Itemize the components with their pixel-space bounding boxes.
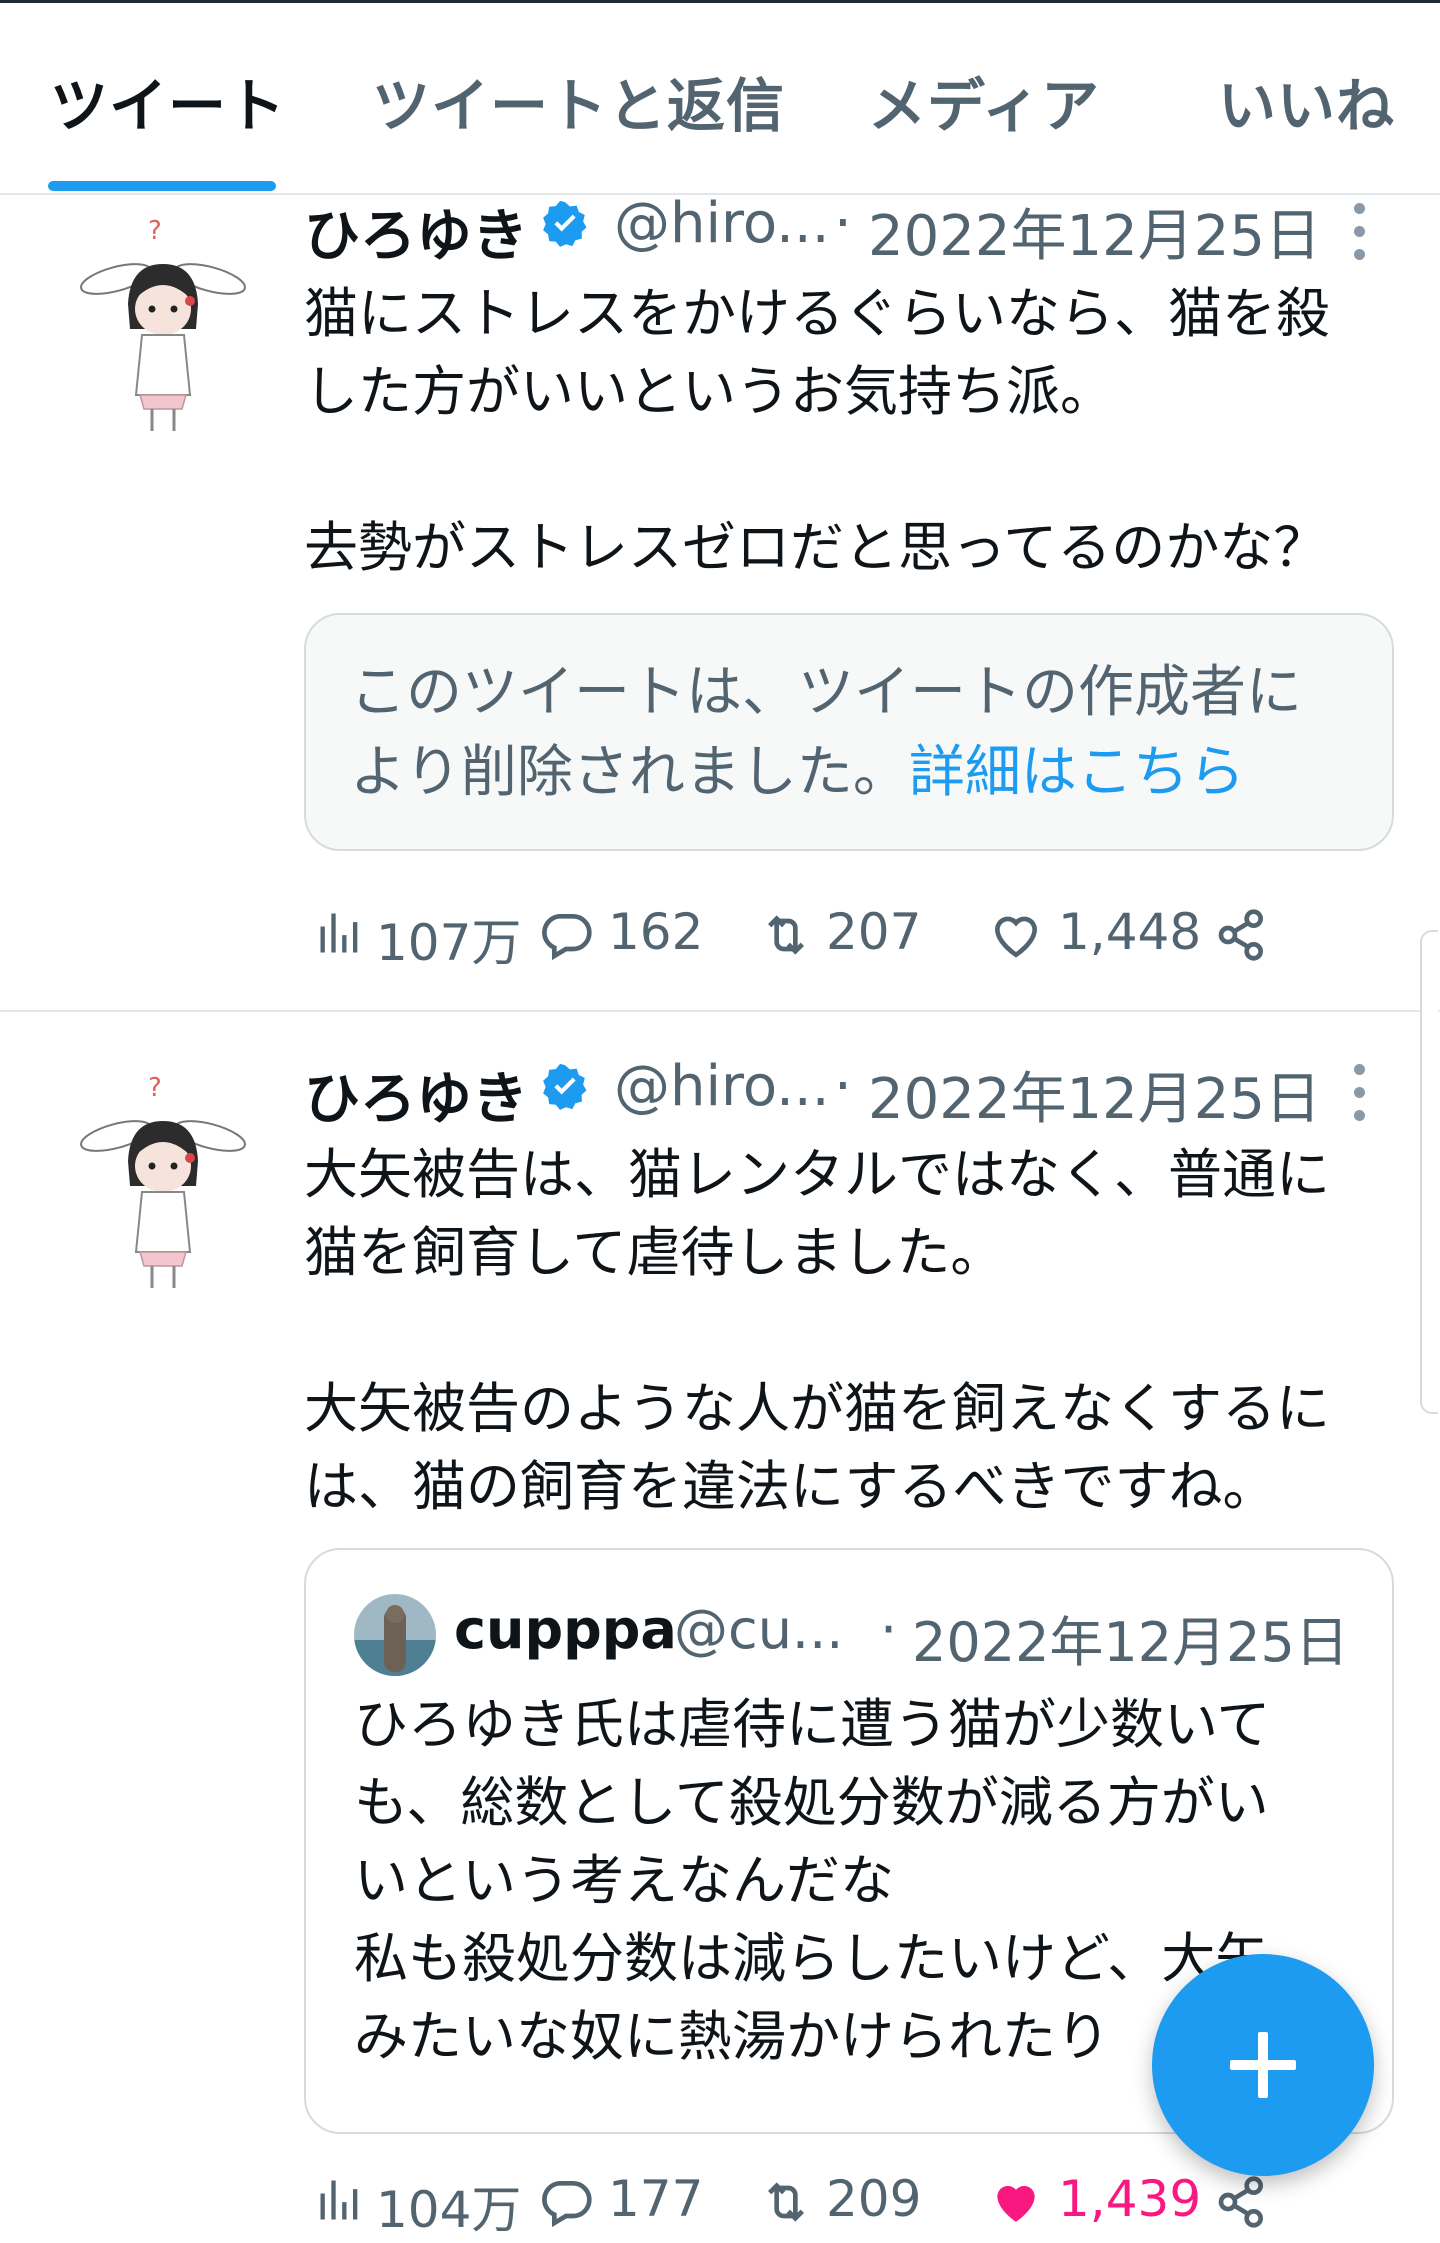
quoted-text-line: ひろゆき氏は虐待に遭う猫が少数いて [354,1693,1271,1756]
author-handle[interactable]: @hiro... [614,191,830,256]
retweet-icon [768,915,804,955]
tab-tweets-and-replies[interactable]: ツイートと返信 [372,59,785,143]
svg-text:?: ? [148,1073,162,1103]
more-vertical-icon[interactable] [1353,203,1367,263]
deleted-notice-line: より削除されました。 [350,740,909,805]
tweet-text: 大矢被告は、猫レンタルではなく、普通に 猫を飼育して虐待しました。 大矢被告のよ… [304,1136,1404,1526]
deleted-notice-line: このツイートは、ツイートの作成者に [350,660,1302,725]
tweet-text-line: は、猫の飼育を違法にするべきですね。 [304,1455,1277,1518]
quoted-author-avatar[interactable] [354,1594,436,1676]
active-tab-indicator [48,181,276,191]
quoted-author-handle: @cu... [674,1598,844,1661]
share-icon [1218,909,1263,961]
deleted-quote-card: このツイートは、ツイートの作成者に より削除されました。詳細はこちら [304,613,1394,851]
reply-bubble-icon [542,914,592,961]
author-name[interactable]: ひろゆき [304,191,528,272]
share-icon [1218,2176,1263,2228]
verified-badge-icon [543,200,587,247]
quoted-text-line: 私も殺処分数は減らしたいけど、大矢 [354,1927,1270,1990]
reply-bubble-icon [542,2181,592,2228]
verified-badge-icon [543,1063,587,1110]
quoted-separator: · [880,1598,898,1661]
quoted-text-line: いという考えなんだな [354,1849,894,1912]
tweet-text-line: 大矢被告のような人が猫を飼えなくするに [304,1377,1330,1440]
avatar[interactable]: ? [78,1066,248,1296]
quoted-text-line: みたいな奴に熱湯かけられたり [354,2005,1110,2068]
reply-count: 177 [608,2170,704,2228]
tab-likes[interactable]: いいね [1218,59,1395,143]
tweet-text-line [304,1292,1404,1370]
heart-icon [994,916,1038,958]
tweet-text-line: した方がいいというお気持ち派。 [304,360,1114,423]
like-count: 1,439 [1058,2170,1202,2228]
like-count: 1,448 [1058,903,1202,961]
tweet-text-line: 猫を飼育して虐待しました。 [304,1221,1005,1284]
learn-more-link[interactable]: 詳細はこちら [909,740,1245,805]
views-bar-chart-icon [320,2180,358,2220]
retweet-icon [768,2182,804,2222]
tweet-date[interactable]: 2022年12月25日 [868,1054,1321,1135]
tweet-text-line: 去勢がストレスゼロだと思ってるのかな？ [304,516,1328,579]
retweet-count: 209 [826,2170,922,2228]
tweet-date[interactable]: 2022年12月25日 [868,191,1321,272]
views-bar-chart-icon [320,913,358,953]
retweet-count: 207 [826,903,922,961]
tweet-text-line: 大矢被告は、猫レンタルではなく、普通に [304,1143,1330,1206]
heart-icon [997,2185,1035,2222]
tweet-text: 猫にストレスをかけるぐらいなら、猫を殺 した方がいいというお気持ち派。 去勢がス… [304,275,1404,587]
quoted-date: 2022年12月25日 [912,1611,1349,1674]
views-count: 107万 [376,914,522,972]
tweet-actions: 104万 177 209 1,439 [304,2162,1404,2242]
views-count: 104万 [376,2181,522,2239]
more-vertical-icon[interactable] [1353,1064,1367,1124]
tweet-1[interactable]: ? ひろゆき @hiro... · 2022年12月25日 猫にストレスをかける… [0,191,1440,1005]
header-separator: · [834,191,852,256]
tweet-text-line [304,431,1404,509]
tab-media[interactable]: メディア [868,59,1100,143]
tweet-actions: 107万 162 207 1,448 [304,895,1404,975]
profile-tabs: ツイート ツイートと返信 メディア いいね [0,3,1440,195]
scrollbar[interactable] [1420,930,1438,1414]
tweet-text-line: 猫にストレスをかけるぐらいなら、猫を殺 [304,282,1330,345]
svg-text:?: ? [148,216,162,246]
author-name[interactable]: ひろゆき [304,1054,528,1135]
author-handle[interactable]: @hiro... [614,1054,830,1119]
header-separator: · [834,1054,852,1119]
avatar[interactable]: ? [78,209,248,439]
tab-tweets[interactable]: ツイート [50,59,286,143]
tweet-header: ひろゆき @hiro... · 2022年12月25日 [304,191,1404,269]
quoted-text: ひろゆき氏は虐待に遭う猫が少数いて も、総数として殺処分数が減る方がい いという… [354,1686,1270,2076]
tweet-header: ひろゆき @hiro... · 2022年12月25日 [304,1054,1404,1132]
quoted-author-name: cupppa [454,1598,677,1661]
quoted-text-line: も、総数として殺処分数が減る方がい [354,1771,1269,1834]
compose-tweet-button[interactable] [1152,1954,1374,2176]
reply-count: 162 [608,903,704,961]
tweet-divider [0,1010,1440,1012]
